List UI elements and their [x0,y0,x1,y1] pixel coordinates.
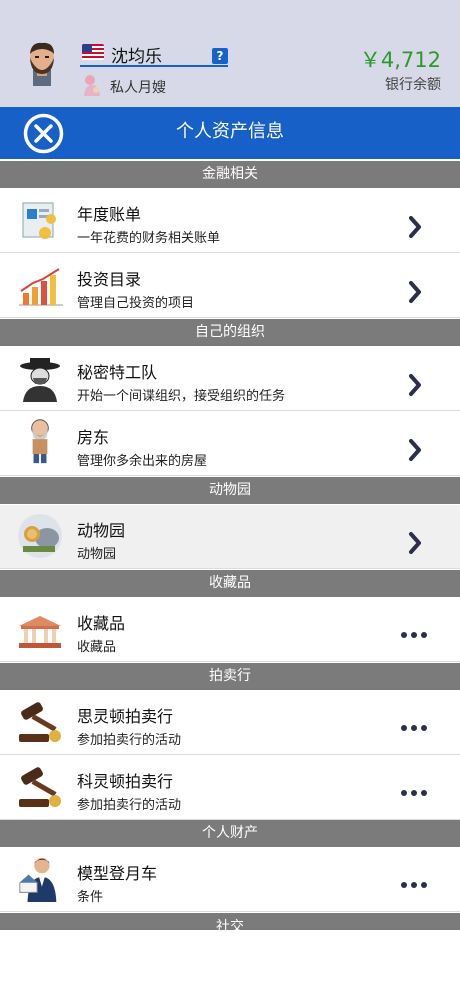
more-options-icon[interactable] [400,724,428,732]
row-title: 房东 [77,428,110,447]
section-header-finance: 金融相关 [0,161,460,188]
gavel-icon [19,702,61,742]
name-underline [80,65,228,67]
list-item-annual-bill[interactable]: 年度账单 一年花费的财务相关账单 [0,189,460,253]
section-header-organization: 自己的组织 [0,319,460,346]
row-subtitle: 参加拍卖行的活动 [77,733,182,748]
list-item-lunar-rover-model[interactable]: 模型登月车 条件 [0,848,460,912]
row-title: 思灵顿拍卖行 [77,707,174,726]
chevron-right-icon[interactable] [408,215,422,239]
nanny-icon [84,75,100,96]
section-header-social-clip: 社交 [0,913,460,930]
section-header-zoo: 动物园 [0,477,460,504]
spy-icon [20,358,60,402]
zoo-animals-icon [18,514,62,558]
landlord-icon [31,419,49,464]
section-header-social: 社交 [0,913,460,930]
row-title: 秘密特工队 [77,363,158,382]
more-options-icon[interactable] [400,631,428,639]
list-item-auction-house-2[interactable]: 科灵顿拍卖行 参加拍卖行的活动 [0,756,460,820]
gavel-icon [19,767,61,807]
list-item-collection[interactable]: 收藏品 收藏品 [0,598,460,662]
row-title: 动物园 [77,521,126,540]
more-options-icon[interactable] [400,881,428,889]
row-subtitle: 参加拍卖行的活动 [77,798,182,813]
row-title: 模型登月车 [77,864,158,883]
occupation-label: 私人月嫂 [110,80,166,96]
row-subtitle: 动物园 [77,547,117,562]
museum-icon [19,616,61,648]
avatar-icon[interactable] [19,40,65,86]
row-subtitle: 管理你多余出来的房屋 [77,454,208,469]
row-subtitle: 条件 [77,890,104,905]
row-title: 科灵顿拍卖行 [77,772,174,791]
row-subtitle: 开始一个间谍组织，接受组织的任务 [77,389,286,404]
us-flag-icon [82,44,104,60]
bill-icon [22,202,56,239]
player-name[interactable]: 沈均乐 [111,42,162,67]
row-title: 投资目录 [77,270,142,289]
section-header-auction: 拍卖行 [0,663,460,690]
bank-balance: ￥4,712 [359,48,441,72]
help-icon[interactable]: ? [212,48,228,64]
chevron-right-icon[interactable] [408,438,422,462]
section-header-collection: 收藏品 [0,570,460,597]
list-item-investment[interactable]: 投资目录 管理自己投资的项目 [0,254,460,318]
chevron-right-icon[interactable] [408,373,422,397]
row-title: 年度账单 [77,205,142,224]
list-item-secret-agents[interactable]: 秘密特工队 开始一个间谍组织，接受组织的任务 [0,347,460,411]
player-header: 沈均乐 ? 私人月嫂 ￥4,712 银行余额 [0,0,460,107]
bar-chart-icon [19,268,63,306]
page-title: 个人资产信息 [176,121,284,142]
list-item-landlord[interactable]: 房东 管理你多余出来的房屋 [0,412,460,476]
chevron-right-icon[interactable] [408,531,422,555]
row-subtitle: 一年花费的财务相关账单 [77,231,221,246]
row-subtitle: 收藏品 [77,640,117,655]
chevron-right-icon[interactable] [408,280,422,304]
list-item-auction-house-1[interactable]: 思灵顿拍卖行 参加拍卖行的活动 [0,691,460,755]
section-header-property: 个人财产 [0,820,460,847]
row-title: 收藏品 [77,614,126,633]
agent-with-house-icon [19,857,57,902]
row-subtitle: 管理自己投资的项目 [77,296,195,311]
list-item-zoo[interactable]: 动物园 动物园 [0,505,460,569]
more-options-icon[interactable] [400,789,428,797]
bank-balance-label: 银行余额 [385,77,441,93]
